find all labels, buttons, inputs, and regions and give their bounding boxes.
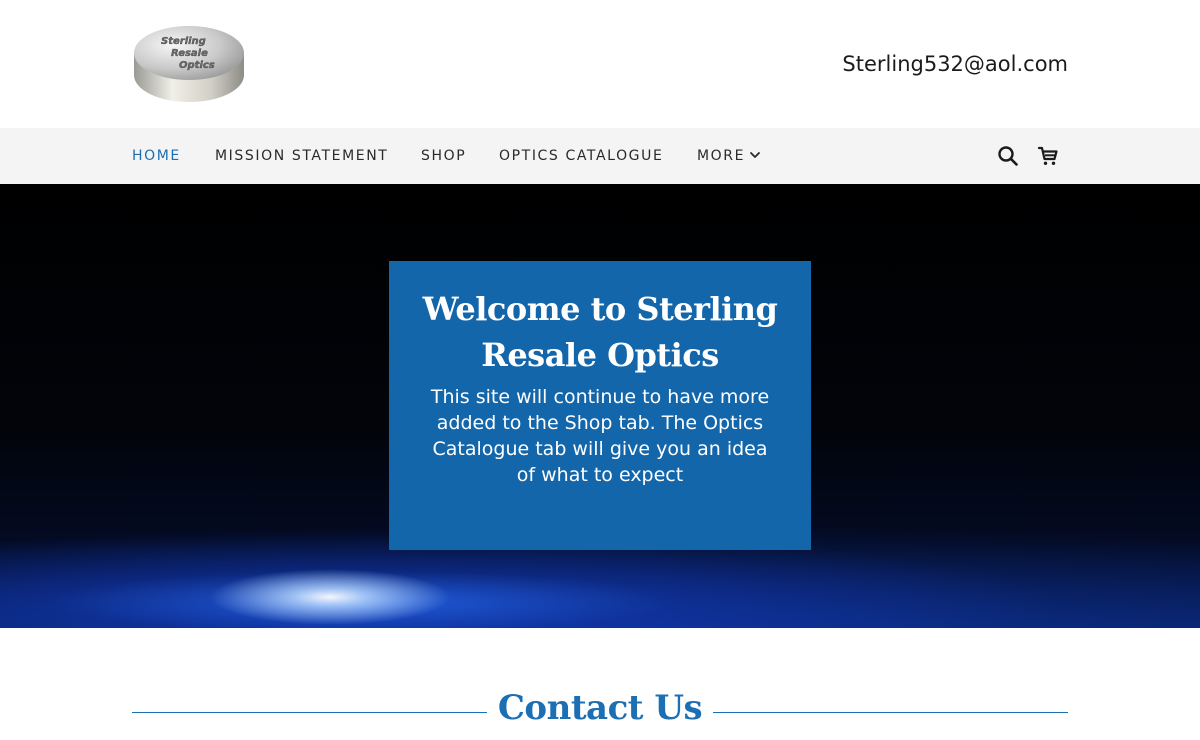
nav-item-home[interactable]: HOME bbox=[132, 128, 181, 184]
nav-item-more[interactable]: MORE bbox=[697, 128, 761, 184]
contact-email[interactable]: Sterling532@aol.com bbox=[842, 52, 1068, 76]
main-nav: HOME MISSION STATEMENT SHOP OPTICS CATAL… bbox=[0, 128, 1200, 184]
cart-icon[interactable] bbox=[1036, 144, 1060, 168]
hero-text: This site will continue to have more add… bbox=[430, 386, 770, 486]
contact-heading: Contact Us bbox=[497, 688, 703, 728]
nav-more-label: MORE bbox=[697, 148, 746, 164]
svg-text:Resale: Resale bbox=[171, 48, 208, 59]
site-logo[interactable]: Sterling Resale Optics bbox=[133, 25, 245, 103]
hero-title: Welcome to Sterling Resale Optics bbox=[422, 290, 778, 374]
contact-divider-left bbox=[132, 712, 487, 713]
svg-text:Sterling: Sterling bbox=[161, 36, 206, 47]
hero-card: Welcome to Sterling Resale Optics This s… bbox=[389, 261, 811, 550]
search-icon[interactable] bbox=[996, 144, 1020, 168]
svg-text:Optics: Optics bbox=[179, 60, 215, 71]
hero-banner: Welcome to Sterling Resale Optics This s… bbox=[0, 184, 1200, 628]
site-header: Sterling Resale Optics Sterling532@aol.c… bbox=[0, 0, 1200, 128]
nav-item-optics-catalogue[interactable]: OPTICS CATALOGUE bbox=[499, 128, 663, 184]
nav-item-shop[interactable]: SHOP bbox=[421, 128, 466, 184]
contact-divider-right bbox=[713, 712, 1068, 713]
chevron-down-icon bbox=[750, 151, 760, 158]
nav-item-mission-statement[interactable]: MISSION STATEMENT bbox=[215, 128, 388, 184]
